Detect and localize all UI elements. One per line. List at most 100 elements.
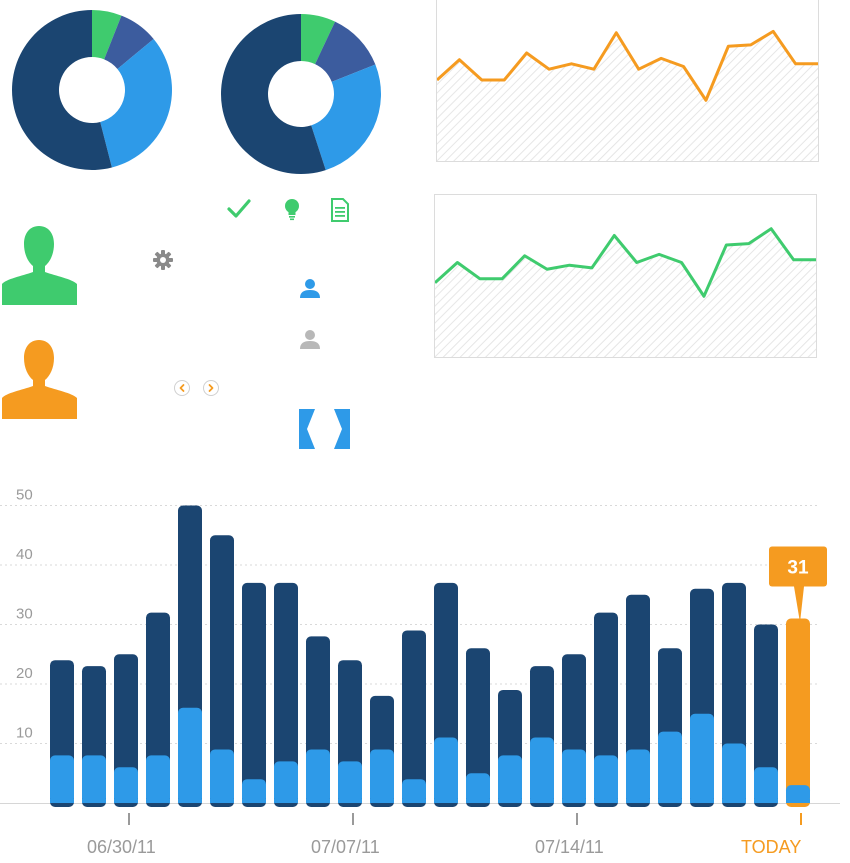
bar-group[interactable]: [210, 535, 234, 807]
bar-base-cap: [370, 799, 394, 803]
user-icon[interactable]: [299, 328, 321, 350]
bar-base-cap: [178, 799, 202, 803]
y-tick-label: 10: [16, 725, 33, 742]
bar-group[interactable]: [338, 660, 362, 807]
area-chart-orange: [435, 29, 818, 162]
bar-base: [626, 749, 650, 803]
bar-base-cap: [306, 799, 330, 803]
bar-base: [210, 749, 234, 803]
bar-group[interactable]: [594, 612, 618, 807]
bar-base-cap: [146, 799, 170, 803]
bracket-left-icon[interactable]: [299, 409, 315, 449]
bar-base: [690, 713, 714, 803]
y-tick-label: 50: [16, 487, 33, 504]
document-icon[interactable]: [330, 198, 350, 222]
bar-base-cap: [690, 799, 714, 803]
lightbulb-icon[interactable]: [283, 198, 301, 222]
bar-group[interactable]: [434, 582, 458, 807]
bar-group[interactable]: [530, 666, 554, 807]
bar-group[interactable]: [658, 648, 682, 807]
bar-base: [50, 755, 74, 803]
x-tick-label: 07/14/11: [535, 837, 604, 857]
bar-group[interactable]: [306, 636, 330, 807]
bar-base-cap: [82, 799, 106, 803]
bar-group[interactable]: [146, 612, 170, 807]
gear-icon[interactable]: [152, 249, 174, 271]
bar-base-cap: [434, 799, 458, 803]
bar-group[interactable]: [690, 588, 714, 807]
bar-base-cap: [786, 799, 810, 803]
area-chart-green: [433, 227, 816, 357]
chevron-left-icon: [179, 384, 185, 392]
bracket-right-icon[interactable]: [334, 409, 350, 449]
bar-group[interactable]: [754, 624, 778, 808]
bar-group[interactable]: [562, 654, 586, 807]
bar-base: [562, 749, 586, 803]
bar-base-cap: [754, 799, 778, 803]
bar-base-cap: [242, 799, 266, 803]
bar-base-cap: [274, 799, 298, 803]
check-icon[interactable]: [227, 198, 251, 220]
bar-base: [434, 737, 458, 803]
area-chart-panel-green: [433, 194, 817, 358]
bar-base-cap: [530, 799, 554, 803]
bar-base-cap: [402, 799, 426, 803]
chevron-right-icon: [208, 384, 214, 392]
bar-base-cap: [466, 799, 490, 803]
bar-base: [306, 749, 330, 803]
bar-base: [274, 761, 298, 803]
bar-base: [498, 755, 522, 803]
bar-base: [114, 767, 138, 803]
callout-pointer: [794, 586, 804, 623]
bar-base: [466, 773, 490, 803]
bar-group[interactable]: [498, 689, 522, 807]
y-tick-label: 20: [16, 665, 33, 682]
bar-base-cap: [338, 799, 362, 803]
donut-chart-1: [11, 9, 172, 170]
previous-button[interactable]: [174, 380, 190, 396]
callout-label: 31: [787, 558, 809, 579]
bar-highlight: [786, 618, 810, 807]
bar-group[interactable]: [82, 666, 106, 807]
bar-group[interactable]: [50, 660, 74, 807]
user-avatar-green: [2, 226, 77, 305]
stacked-bar-chart: 1020304050603106/30/1107/07/1107/14/11TO…: [0, 487, 840, 857]
bar-base: [658, 731, 682, 803]
bar-base: [178, 707, 202, 803]
bar-group[interactable]: [466, 648, 490, 807]
bar-base: [370, 749, 394, 803]
bar-group[interactable]: [114, 654, 138, 807]
user-avatar-orange: [2, 340, 77, 419]
donut-slice: [311, 64, 381, 171]
bar-group[interactable]: [274, 582, 298, 807]
user-icon[interactable]: [299, 277, 321, 299]
y-tick-label: 40: [16, 546, 33, 563]
bar-base: [722, 743, 746, 803]
bar-group[interactable]: [786, 618, 810, 807]
bar-base-cap: [210, 799, 234, 803]
bar-base-cap: [498, 799, 522, 803]
bar-group[interactable]: [722, 582, 746, 807]
bar-group[interactable]: [402, 630, 426, 807]
bar-base-cap: [594, 799, 618, 803]
bar-group[interactable]: [626, 594, 650, 807]
area-chart-panel-orange: [435, 0, 819, 162]
next-button[interactable]: [203, 380, 219, 396]
x-tick-label: 07/07/11: [311, 837, 380, 857]
bar-group[interactable]: [178, 505, 202, 808]
bar-base-cap: [114, 799, 138, 803]
bar-base: [338, 761, 362, 803]
donut-chart-2: [220, 13, 381, 174]
x-tick-label: TODAY: [741, 837, 801, 857]
bar-group[interactable]: [370, 695, 394, 807]
bar-base-cap: [626, 799, 650, 803]
bar-base: [594, 755, 618, 803]
bar-group[interactable]: [242, 582, 266, 807]
bar-base: [754, 767, 778, 803]
bar-base-cap: [658, 799, 682, 803]
y-tick-label: 30: [16, 606, 33, 623]
bar-total: [242, 582, 266, 807]
bar-base: [530, 737, 554, 803]
x-tick-label: 06/30/11: [87, 837, 156, 857]
bar-base-cap: [722, 799, 746, 803]
